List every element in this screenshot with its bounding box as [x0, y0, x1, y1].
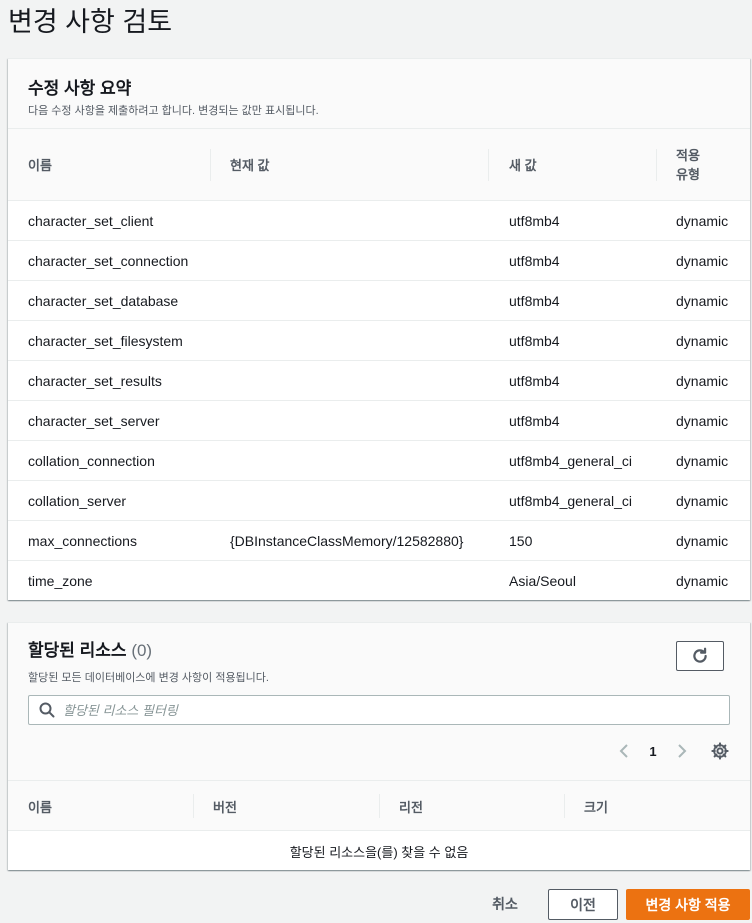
column-divider[interactable] — [488, 149, 489, 181]
table-row: character_set_server utf8mb4 dynamic — [8, 401, 750, 441]
resources-count: (0) — [131, 641, 153, 660]
param-name: collation_connection — [28, 453, 155, 469]
assigned-resources-panel: 할당된 리소스 (0) 할당된 모든 데이터베이스에 변경 사항이 적용됩니다.… — [8, 622, 750, 870]
param-new-value: 150 — [509, 533, 533, 549]
param-new-value: utf8mb4 — [509, 213, 560, 229]
pagination: 1 — [612, 739, 730, 763]
param-apply-type: dynamic — [676, 493, 729, 509]
next-page-button[interactable] — [670, 739, 694, 763]
column-header-region[interactable]: 리전 — [399, 781, 423, 831]
modifications-summary-panel: 수정 사항 요약 다음 수정 사항을 제출하려고 합니다. 변경되는 값만 표시… — [8, 58, 750, 600]
resources-title: 할당된 리소스 (0) — [28, 641, 730, 661]
param-current-value: {DBInstanceClassMemory/12582880} — [230, 533, 464, 549]
param-new-value: Asia/Seoul — [509, 573, 576, 589]
param-name: character_set_server — [28, 413, 160, 429]
column-divider[interactable] — [656, 149, 657, 181]
previous-page-button[interactable] — [612, 739, 636, 763]
table-row: character_set_client utf8mb4 dynamic — [8, 201, 750, 241]
resource-filter-input[interactable] — [63, 702, 703, 718]
refresh-button[interactable] — [676, 641, 724, 671]
empty-state-message: 할당된 리소스을(를) 찾을 수 없음 — [289, 844, 469, 860]
resources-description: 할당된 모든 데이터베이스에 변경 사항이 적용됩니다. — [28, 672, 269, 684]
param-new-value: utf8mb4 — [509, 333, 560, 349]
param-new-value: utf8mb4_general_ci — [509, 453, 632, 469]
table-row: character_set_results utf8mb4 dynamic — [8, 361, 750, 401]
column-header-new-value[interactable]: 새 값 — [509, 129, 537, 200]
apply-changes-button[interactable]: 변경 사항 적용 — [626, 889, 750, 920]
param-name: max_connections — [28, 533, 137, 549]
table-row: character_set_connection utf8mb4 dynamic — [8, 241, 750, 281]
param-name: character_set_database — [28, 293, 179, 309]
column-header-name[interactable]: 이름 — [28, 781, 52, 831]
param-new-value: utf8mb4 — [509, 293, 560, 309]
summary-description: 다음 수정 사항을 제출하려고 합니다. 변경되는 값만 표시됩니다. — [28, 105, 319, 117]
param-apply-type: dynamic — [676, 253, 729, 269]
param-name: character_set_connection — [28, 253, 189, 269]
param-new-value: utf8mb4 — [509, 373, 560, 389]
preferences-button[interactable] — [710, 741, 730, 761]
param-apply-type: dynamic — [676, 573, 729, 589]
table-row: character_set_filesystem utf8mb4 dynamic — [8, 321, 750, 361]
summary-header: 수정 사항 요약 다음 수정 사항을 제출하려고 합니다. 변경되는 값만 표시… — [8, 59, 750, 129]
chevron-left-icon — [619, 744, 628, 758]
column-header-name[interactable]: 이름 — [28, 129, 52, 200]
param-apply-type: dynamic — [676, 293, 729, 309]
param-apply-type: dynamic — [676, 373, 729, 389]
previous-button[interactable]: 이전 — [548, 889, 618, 920]
param-name: character_set_filesystem — [28, 333, 183, 349]
resources-table-header: 이름 버전 리전 크기 — [8, 781, 750, 831]
column-divider[interactable] — [210, 149, 211, 181]
resources-title-text: 할당된 리소스 — [28, 641, 127, 660]
param-name: time_zone — [28, 573, 93, 589]
column-divider[interactable] — [379, 794, 380, 818]
summary-table-body: character_set_client utf8mb4 dynamic cha… — [8, 201, 750, 601]
cancel-button[interactable]: 취소 — [482, 889, 528, 919]
search-icon — [39, 702, 55, 718]
param-new-value: utf8mb4 — [509, 413, 560, 429]
param-name: character_set_client — [28, 213, 154, 229]
table-row: collation_connection utf8mb4_general_ci … — [8, 441, 750, 481]
summary-table-header: 이름 현재 값 새 값 적용 유형 — [8, 129, 750, 201]
table-row: collation_server utf8mb4_general_ci dyna… — [8, 481, 750, 521]
gear-icon — [711, 742, 729, 760]
param-apply-type: dynamic — [676, 413, 729, 429]
param-new-value: utf8mb4 — [509, 253, 560, 269]
resources-header: 할당된 리소스 (0) 할당된 모든 데이터베이스에 변경 사항이 적용됩니다.… — [8, 623, 750, 781]
current-page-number[interactable]: 1 — [636, 744, 670, 759]
param-apply-type: dynamic — [676, 453, 729, 469]
column-header-current-value[interactable]: 현재 값 — [230, 129, 270, 200]
column-divider[interactable] — [564, 794, 565, 818]
column-header-size[interactable]: 크기 — [584, 781, 608, 831]
table-row: character_set_database utf8mb4 dynamic — [8, 281, 750, 321]
param-new-value: utf8mb4_general_ci — [509, 493, 632, 509]
param-apply-type: dynamic — [676, 533, 729, 549]
param-apply-type: dynamic — [676, 333, 729, 349]
column-divider[interactable] — [193, 794, 194, 818]
param-name: collation_server — [28, 493, 127, 509]
chevron-right-icon — [678, 744, 687, 758]
column-header-apply-type[interactable]: 적용 유형 — [676, 129, 700, 200]
table-row: max_connections {DBInstanceClassMemory/1… — [8, 521, 750, 561]
resource-filter-field[interactable] — [28, 695, 730, 725]
page-title: 변경 사항 검토 — [8, 7, 173, 37]
summary-title: 수정 사항 요약 — [28, 79, 132, 98]
table-row: time_zone Asia/Seoul dynamic — [8, 561, 750, 601]
refresh-icon — [693, 647, 707, 663]
param-apply-type: dynamic — [676, 213, 729, 229]
param-name: character_set_results — [28, 373, 162, 389]
column-header-version[interactable]: 버전 — [213, 781, 237, 831]
